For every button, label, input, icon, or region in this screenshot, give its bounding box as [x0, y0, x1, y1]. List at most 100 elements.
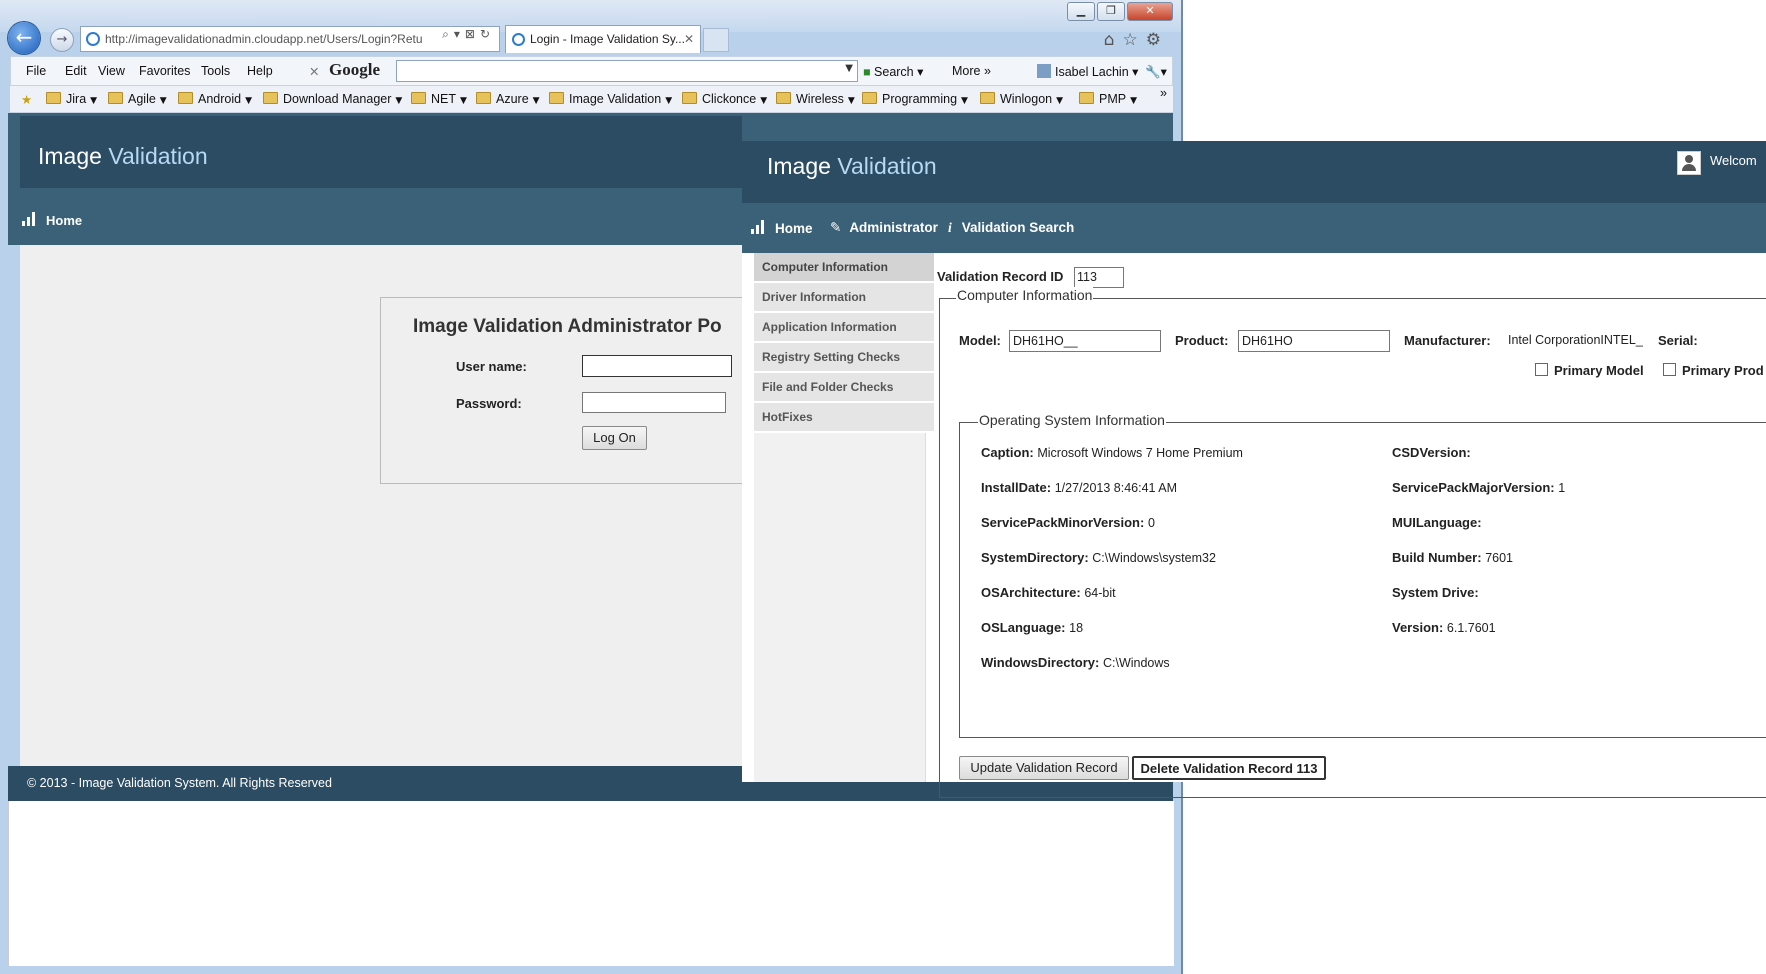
manufacturer-label: Manufacturer: — [1404, 333, 1491, 348]
fav-winlogon[interactable]: Winlogon ▼ — [980, 92, 1063, 106]
close-window-button[interactable]: ✕ — [1127, 2, 1173, 21]
os-field-version: Version: 6.1.7601 — [1392, 620, 1496, 635]
fav-label: Wireless — [796, 92, 844, 106]
menu-help[interactable]: Help — [247, 64, 273, 78]
os-field-sp-major: ServicePackMajorVersion: 1 — [1392, 480, 1565, 495]
chevron-down-icon[interactable]: ▼ — [845, 63, 853, 74]
window-controls: ▁ ❐ ✕ — [1067, 2, 1173, 21]
sidebar-item-driver-information[interactable]: Driver Information — [754, 283, 934, 313]
menu-file[interactable]: File — [26, 64, 46, 78]
restore-button[interactable]: ❐ — [1097, 2, 1125, 21]
menu-tools[interactable]: Tools — [201, 64, 230, 78]
tab-title: Login - Image Validation Sy... — [530, 32, 685, 46]
wrench-icon[interactable]: 🔧▾ — [1145, 64, 1167, 80]
fav-agile[interactable]: Agile ▼ — [108, 92, 167, 106]
folder-icon — [1079, 92, 1094, 104]
os-field-system-directory: SystemDirectory: C:\Windows\system32 — [981, 550, 1216, 565]
back-button[interactable]: ← — [8, 22, 40, 54]
folder-icon — [862, 92, 877, 104]
serial-label: Serial: — [1658, 333, 1698, 348]
computer-information-legend: Computer Information — [956, 287, 1094, 303]
logo-text: Image — [767, 153, 838, 179]
fav-jira[interactable]: Jira ▼ — [46, 92, 97, 106]
menu-edit[interactable]: Edit — [65, 64, 87, 78]
fav-pmp[interactable]: PMP ▼ — [1079, 92, 1137, 106]
google-search-input[interactable]: ▼ — [396, 60, 858, 82]
field-label: Build Number: — [1392, 550, 1482, 565]
user-account[interactable]: Isabel Lachin ▾ — [1037, 64, 1138, 79]
favorites-bar: ★ Jira ▼ Agile ▼ Android ▼ Download Manager… — [10, 86, 1173, 113]
record-id-input[interactable]: 113 — [1074, 267, 1124, 288]
fav-azure[interactable]: Azure ▼ — [476, 92, 540, 106]
primary-model-checkbox[interactable] — [1535, 363, 1548, 376]
menu-favorites[interactable]: Favorites — [139, 64, 190, 78]
browser-tool-icons[interactable]: ⌂☆⚙ — [1104, 30, 1169, 50]
os-field-build-number: Build Number: 7601 — [1392, 550, 1513, 565]
nav-search-label: Validation Search — [961, 220, 1075, 235]
fav-clickonce[interactable]: Clickonce ▼ — [682, 92, 767, 106]
fav-image-validation[interactable]: Image Validation ▼ — [549, 92, 672, 106]
fav-label: Image Validation — [569, 92, 662, 106]
username-input[interactable] — [582, 355, 732, 377]
fav-programming[interactable]: Programming ▼ — [862, 92, 968, 106]
nav-administrator[interactable]: ✎ Administrator — [830, 220, 938, 236]
login-heading: Image Validation Administrator Po — [413, 316, 722, 337]
more-button[interactable]: More » — [952, 64, 991, 78]
fav-net[interactable]: NET ▼ — [411, 92, 467, 106]
favorites-overflow-icon[interactable]: » — [1160, 86, 1167, 100]
folder-icon — [108, 92, 123, 104]
update-record-button[interactable]: Update Validation Record — [959, 756, 1129, 780]
address-tools-icon[interactable]: ⌕▾⊠↻ — [442, 27, 495, 42]
manufacturer-value: Intel CorporationINTEL_ — [1508, 333, 1643, 347]
folder-icon — [476, 92, 491, 104]
logon-button[interactable]: Log On — [582, 426, 647, 450]
new-tab-button[interactable] — [703, 28, 729, 52]
os-field-installdate: InstallDate: 1/27/2013 8:46:41 AM — [981, 480, 1177, 495]
field-label: ServicePackMinorVersion: — [981, 515, 1145, 530]
sidebar-item-registry-setting-checks[interactable]: Registry Setting Checks — [754, 343, 934, 373]
sidebar-item-hotfixes[interactable]: HotFixes — [754, 403, 934, 433]
record-id-label: Validation Record ID — [937, 269, 1064, 284]
primary-product-label: Primary Prod — [1682, 363, 1764, 378]
os-field-windows-directory: WindowsDirectory: C:\Windows — [981, 655, 1170, 670]
close-toolbar-icon[interactable]: ✕ — [309, 64, 319, 79]
password-input[interactable] — [582, 392, 726, 413]
nav-validation-search[interactable]: i Validation Search — [948, 220, 1074, 236]
sidebar-item-computer-information[interactable]: Computer Information — [754, 253, 934, 283]
user-avatar-icon — [1677, 151, 1701, 175]
forward-button[interactable]: → — [50, 28, 74, 52]
fav-android[interactable]: Android ▼ — [178, 92, 252, 106]
login-nav-home[interactable]: Home — [22, 212, 82, 228]
nav-home[interactable]: Home — [751, 220, 813, 236]
favorites-star-icon[interactable]: ★ — [21, 92, 32, 107]
sidebar-item-application-information[interactable]: Application Information — [754, 313, 934, 343]
fav-download-manager[interactable]: Download Manager ▼ — [263, 92, 402, 106]
app-logo: Image Validation — [767, 153, 937, 180]
address-bar[interactable]: http://imagevalidationadmin.cloudapp.net… — [80, 26, 500, 52]
minimize-button[interactable]: ▁ — [1067, 2, 1095, 21]
field-label: InstallDate: — [981, 480, 1052, 495]
delete-record-button[interactable]: Delete Validation Record 113 — [1132, 756, 1326, 780]
fav-wireless[interactable]: Wireless ▼ — [776, 92, 855, 106]
model-input[interactable]: DH61HO__ — [1009, 330, 1161, 352]
username-label: User name: — [456, 359, 527, 374]
ie-tab-icon — [512, 33, 525, 46]
login-page-logo-band: Image Validation — [20, 116, 742, 188]
menu-bar: File Edit View Favorites Tools Help ✕ Go… — [10, 56, 1173, 86]
menu-view[interactable]: View — [98, 64, 125, 78]
google-search-button[interactable]: ■ Search ▾ — [863, 64, 923, 79]
ie-page-icon — [86, 32, 100, 46]
product-input[interactable]: DH61HO — [1238, 330, 1390, 352]
user-icon — [1037, 64, 1051, 78]
fav-label: Azure — [496, 92, 529, 106]
folder-icon — [980, 92, 995, 104]
field-label: Version: — [1392, 620, 1444, 635]
welcome-text: Welcom — [1710, 153, 1757, 168]
tab-close-icon[interactable]: ✕ — [684, 26, 694, 53]
field-value: 64-bit — [1084, 586, 1116, 600]
bar-chart-icon — [22, 212, 38, 226]
primary-product-checkbox[interactable] — [1663, 363, 1676, 376]
sidebar-item-file-and-folder-checks[interactable]: File and Folder Checks — [754, 373, 934, 403]
field-value: 1 — [1558, 481, 1566, 495]
tab-login[interactable]: Login - Image Validation Sy... ✕ — [505, 25, 701, 53]
